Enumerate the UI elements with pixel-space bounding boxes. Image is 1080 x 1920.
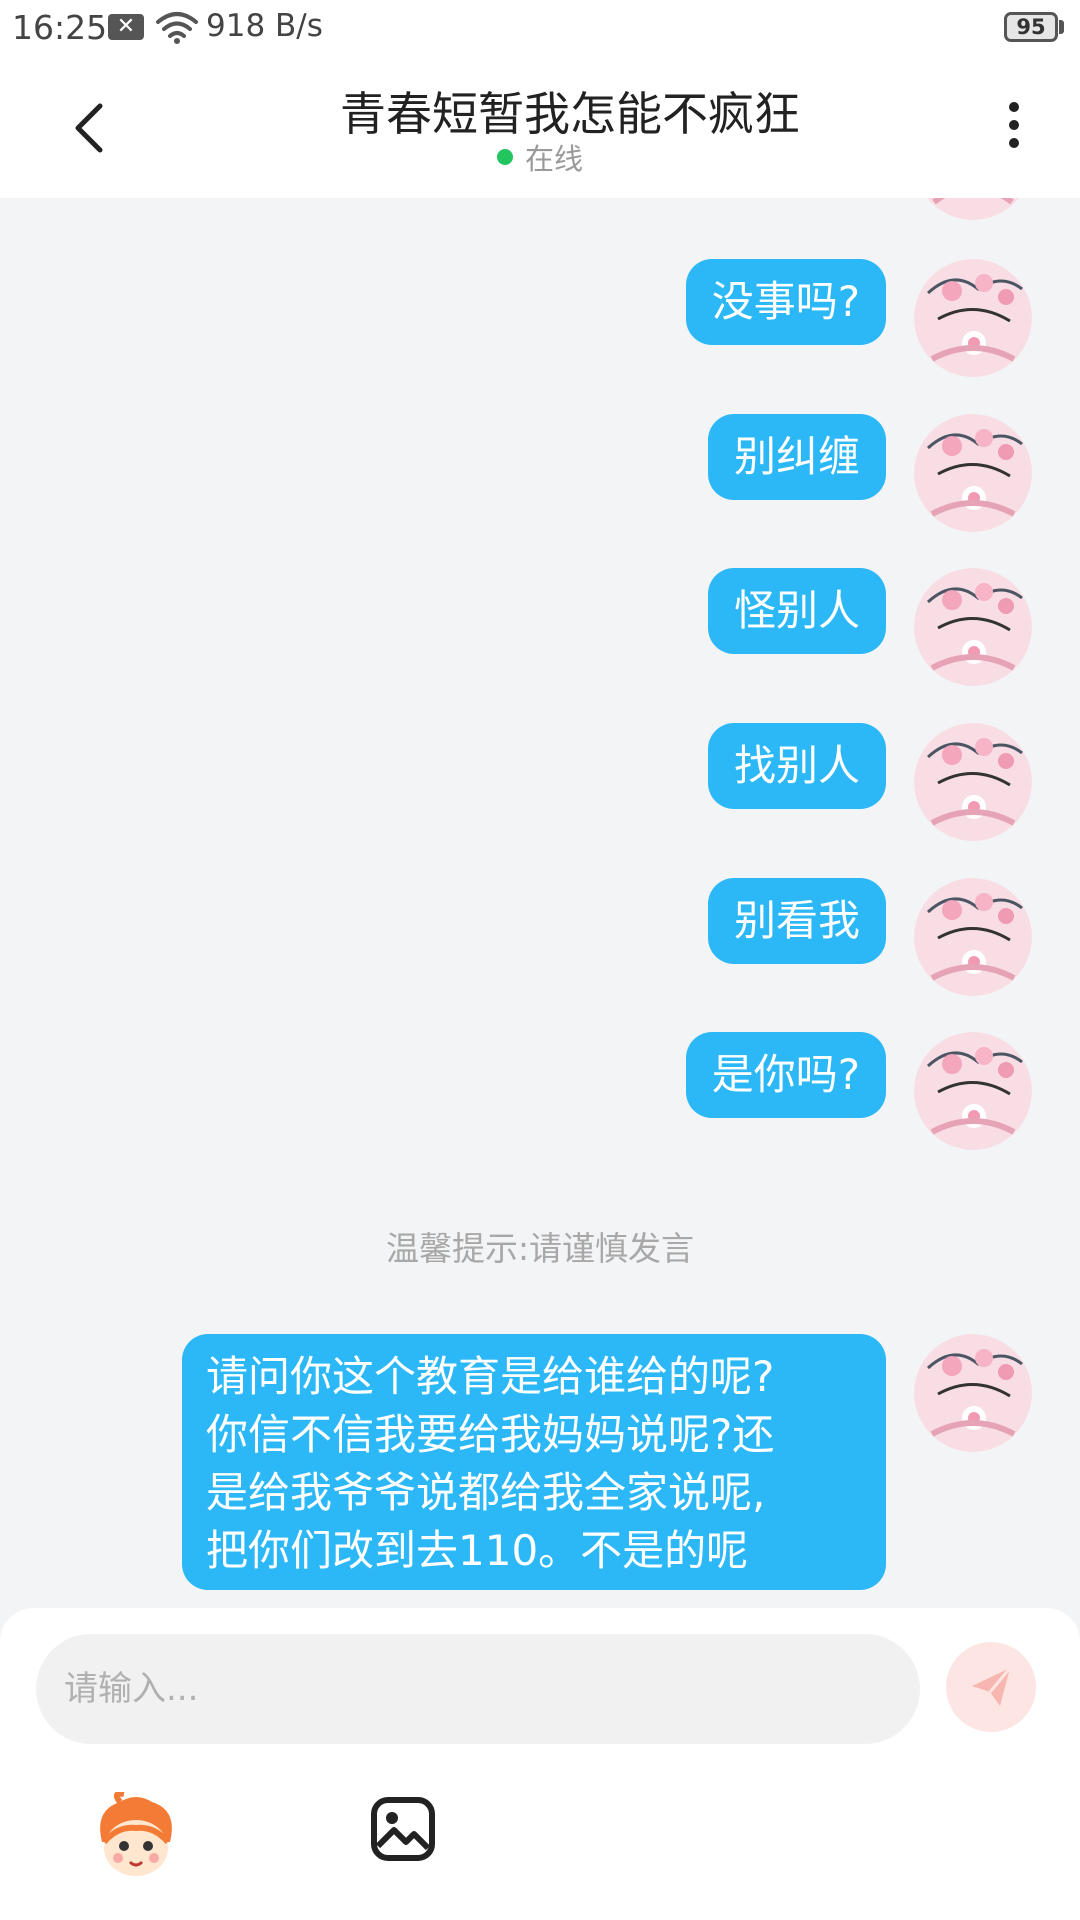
presence-label: 在线 — [524, 142, 583, 176]
more-vertical-icon — [1000, 102, 1028, 148]
paper-plane-icon — [972, 1667, 1012, 1706]
avatar-image — [914, 414, 1032, 532]
online-dot-icon — [496, 149, 513, 165]
network-speed: 918 B/s — [206, 8, 323, 44]
x-box-icon: ✕ — [108, 14, 144, 40]
avatar-image — [914, 1032, 1032, 1150]
message-line: 你信不信我要给我妈妈说呢?还 — [206, 1410, 775, 1459]
message-line: 是给我爷爷说都给我全家说呢, — [206, 1468, 766, 1517]
presence-status: 在线 — [0, 136, 1080, 178]
composer: 请输入... — [0, 1608, 1080, 1920]
avatar[interactable] — [914, 1334, 1032, 1452]
status-time: 16:25 — [12, 8, 108, 47]
chat-header: 青春短暂我怎能不疯狂 在线 — [0, 56, 1080, 198]
battery-indicator: 95 — [1004, 12, 1058, 42]
message-text: 别看我 — [733, 896, 860, 945]
avatar[interactable] — [914, 568, 1032, 686]
message-list[interactable]: 没事吗? 别纠缠 怪别人 找别人 别看我 是你吗? 温馨提示:请谨慎发言 请问你… — [0, 198, 1080, 1608]
tip-notice: 温馨提示:请谨慎发言 — [385, 1229, 695, 1268]
avatar-image — [914, 878, 1032, 996]
battery-tip — [1059, 20, 1064, 34]
wifi-icon — [156, 12, 198, 44]
message-text: 怪别人 — [733, 586, 860, 635]
message-text: 没事吗? — [711, 277, 860, 326]
message-bubble[interactable]: 别纠缠 — [707, 414, 886, 500]
image-button[interactable] — [370, 1796, 436, 1862]
avatar-image — [914, 568, 1032, 686]
avatar[interactable] — [914, 878, 1032, 996]
message-bubble[interactable]: 找别人 — [707, 723, 886, 809]
cartoon-face-icon — [100, 1790, 172, 1876]
more-options-button[interactable] — [1000, 94, 1028, 158]
message-bubble[interactable]: 请问你这个教育是给谁给的呢? 你信不信我要给我妈妈说呢?还 是给我爷爷说都给我全… — [182, 1334, 886, 1590]
avatar-image — [914, 723, 1032, 841]
chat-title: 青春短暂我怎能不疯狂 — [340, 87, 800, 141]
avatar-image — [914, 1334, 1032, 1452]
avatar-image — [914, 259, 1032, 377]
image-icon — [371, 1797, 435, 1861]
message-line: 把你们改到去110。不是的呢 — [206, 1526, 749, 1575]
avatar[interactable] — [914, 1032, 1032, 1150]
avatar[interactable] — [914, 723, 1032, 841]
message-bubble[interactable]: 别看我 — [707, 878, 886, 964]
message-bubble[interactable]: 是你吗? — [685, 1032, 886, 1118]
message-bubble[interactable]: 怪别人 — [707, 568, 886, 654]
message-input[interactable]: 请输入... — [36, 1634, 920, 1744]
message-text: 别纠缠 — [733, 432, 860, 481]
emoji-button[interactable] — [90, 1790, 182, 1884]
send-button[interactable] — [946, 1642, 1036, 1732]
message-text: 找别人 — [733, 741, 860, 790]
message-text: 是你吗? — [711, 1050, 860, 1099]
message-bubble[interactable]: 没事吗? — [685, 259, 886, 345]
avatar[interactable] — [914, 198, 1032, 220]
avatar-image — [927, 198, 1019, 220]
chat-screen: 16:25 ✕ 918 B/s 95 青春短暂我怎能不疯狂 在线 没事吗? 别纠… — [0, 0, 1080, 1920]
message-line: 请问你这个教育是给谁给的呢? — [206, 1352, 775, 1401]
status-bar: 16:25 ✕ 918 B/s 95 — [0, 0, 1080, 56]
avatar[interactable] — [914, 414, 1032, 532]
avatar[interactable] — [914, 259, 1032, 377]
